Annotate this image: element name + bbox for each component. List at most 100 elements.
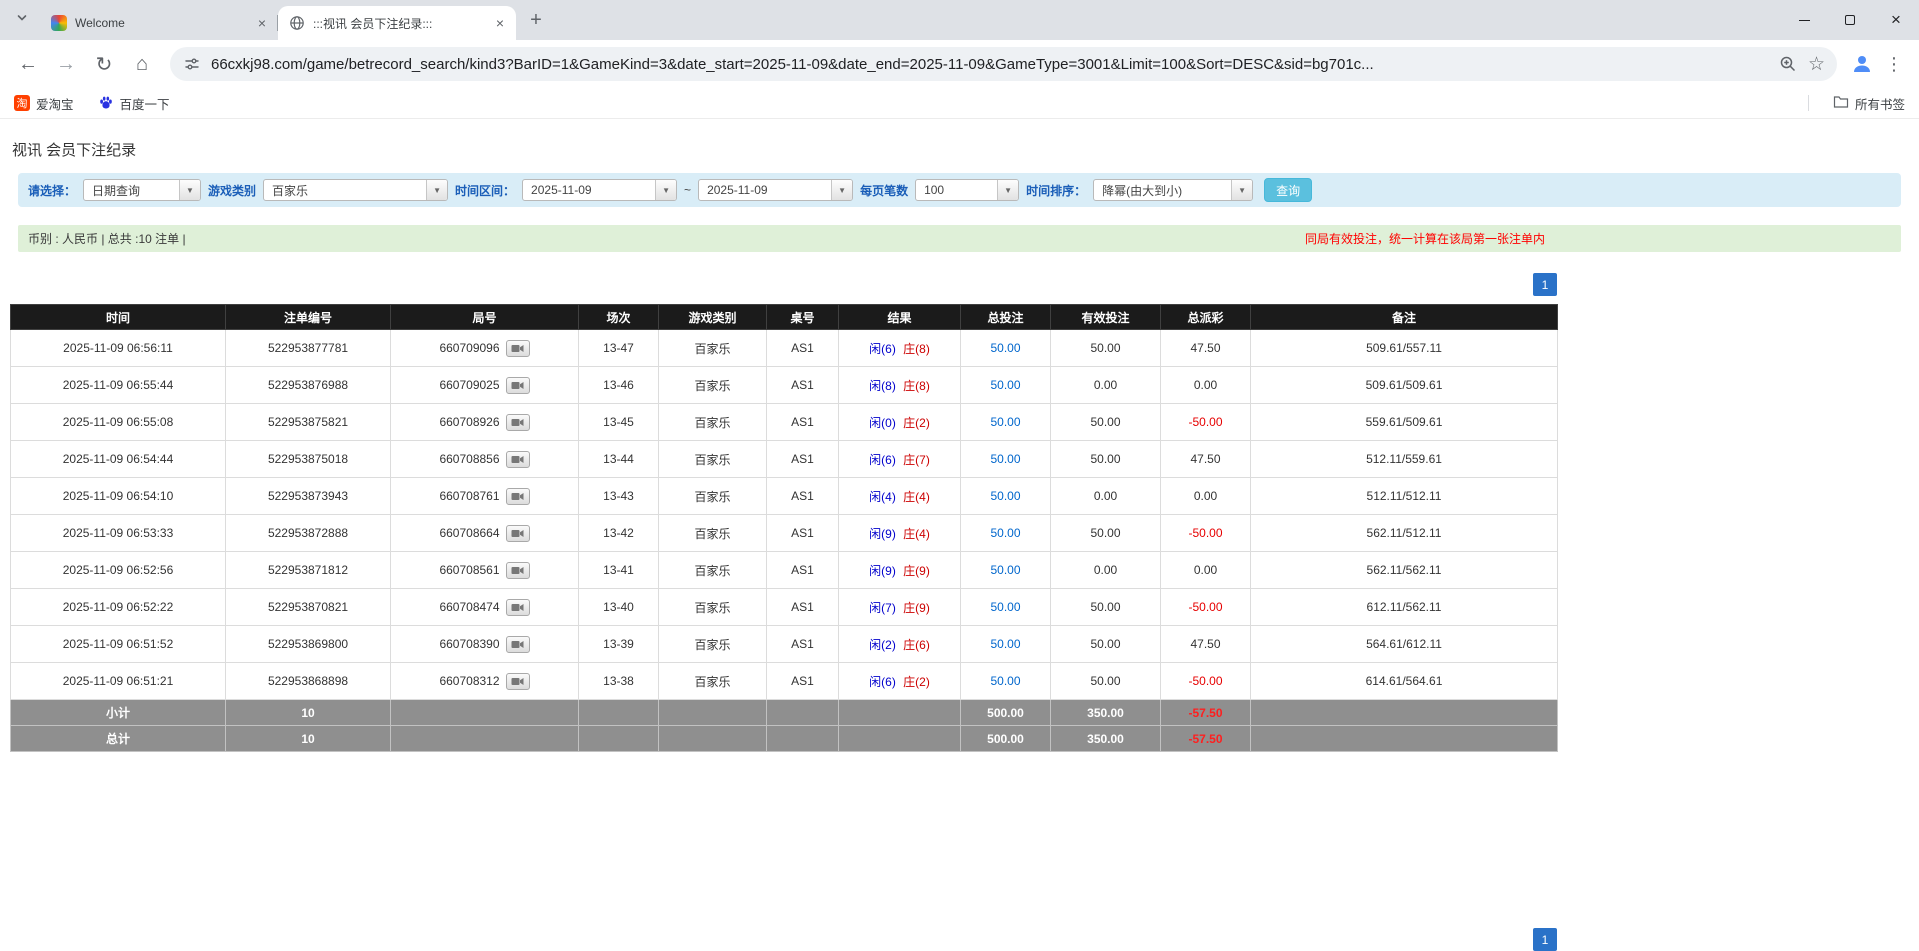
- zoom-icon[interactable]: [1779, 55, 1797, 73]
- cell-bet-number: 522953875821: [226, 404, 391, 441]
- back-button[interactable]: ←: [10, 46, 46, 82]
- total-bet-link[interactable]: 50.00: [990, 378, 1020, 392]
- video-replay-button[interactable]: [506, 673, 530, 690]
- cell-valid-bet: 50.00: [1051, 404, 1161, 441]
- chevron-down-icon[interactable]: ▼: [655, 180, 676, 200]
- video-icon: [511, 677, 524, 686]
- address-bar[interactable]: 66cxkj98.com/game/betrecord_search/kind3…: [170, 47, 1837, 81]
- cell-round-number: 660708390: [391, 626, 579, 663]
- cell-valid-bet: 50.00: [1051, 330, 1161, 367]
- video-replay-button[interactable]: [506, 377, 530, 394]
- cell-result: 闲(0) 庄(2): [839, 404, 961, 441]
- video-replay-button[interactable]: [506, 599, 530, 616]
- tab-close-icon[interactable]: ×: [254, 15, 270, 31]
- cell-bet-number: 522953877781: [226, 330, 391, 367]
- bookmark-star-icon[interactable]: ☆: [1808, 55, 1825, 74]
- tab-close-icon[interactable]: ×: [492, 15, 508, 31]
- home-button[interactable]: ⌂: [124, 46, 160, 82]
- column-header: 时间: [11, 305, 226, 330]
- new-tab-button[interactable]: +: [522, 6, 550, 34]
- total-bet-link[interactable]: 50.00: [990, 489, 1020, 503]
- tab-title: Welcome: [75, 16, 246, 30]
- pagination-page-1[interactable]: 1: [1533, 273, 1557, 296]
- cell-note: 562.11/562.11: [1251, 552, 1558, 589]
- total-bet-link[interactable]: 50.00: [990, 600, 1020, 614]
- query-type-dropdown[interactable]: 日期查询 ▼: [83, 179, 201, 201]
- date-end-input[interactable]: 2025-11-09 ▼: [698, 179, 853, 201]
- baidu-icon: [98, 95, 114, 111]
- chevron-down-icon[interactable]: ▼: [179, 180, 200, 200]
- subtotal-payout: -57.50: [1161, 700, 1251, 726]
- person-icon: [1850, 52, 1874, 76]
- tab-welcome[interactable]: Welcome ×: [40, 6, 278, 40]
- profile-avatar[interactable]: [1847, 49, 1877, 79]
- cell-time: 2025-11-09 06:51:21: [11, 663, 226, 700]
- query-button[interactable]: 查询: [1264, 178, 1312, 202]
- page-size-dropdown[interactable]: 100 ▼: [915, 179, 1019, 201]
- video-replay-button[interactable]: [506, 451, 530, 468]
- total-label: 总计: [11, 726, 226, 752]
- column-header: 总派彩: [1161, 305, 1251, 330]
- total-bet-link[interactable]: 50.00: [990, 526, 1020, 540]
- video-replay-button[interactable]: [506, 488, 530, 505]
- bookmark-baidu[interactable]: 百度一下: [98, 94, 170, 113]
- subtotal-total-bet: 500.00: [961, 700, 1051, 726]
- cell-total-bet: 50.00: [961, 552, 1051, 589]
- total-bet-link[interactable]: 50.00: [990, 637, 1020, 651]
- close-window-button[interactable]: ×: [1873, 0, 1919, 40]
- cell-game-type: 百家乐: [659, 441, 767, 478]
- cell-total-bet: 50.00: [961, 441, 1051, 478]
- cell-round-number: 660708761: [391, 478, 579, 515]
- table-header-row: 时间注单编号局号场次游戏类别桌号结果总投注有效投注总派彩备注: [11, 305, 1558, 330]
- chevron-down-icon[interactable]: ▼: [997, 180, 1018, 200]
- sort-order-dropdown[interactable]: 降幂(由大到小) ▼: [1093, 179, 1253, 201]
- cell-time: 2025-11-09 06:56:11: [11, 330, 226, 367]
- total-bet-link[interactable]: 50.00: [990, 452, 1020, 466]
- tab-betrecord[interactable]: :::视讯 会员下注纪录::: ×: [278, 6, 516, 40]
- url-text[interactable]: 66cxkj98.com/game/betrecord_search/kind3…: [211, 56, 1768, 73]
- forward-button[interactable]: →: [48, 46, 84, 82]
- column-header: 有效投注: [1051, 305, 1161, 330]
- cell-bet-number: 522953873943: [226, 478, 391, 515]
- chevron-down-icon[interactable]: ▼: [426, 180, 447, 200]
- maximize-icon: [1845, 15, 1855, 25]
- maximize-button[interactable]: [1827, 0, 1873, 40]
- total-bet-link[interactable]: 50.00: [990, 341, 1020, 355]
- welcome-favicon-icon: [51, 15, 67, 31]
- game-type-dropdown[interactable]: 百家乐 ▼: [263, 179, 448, 201]
- video-replay-button[interactable]: [506, 562, 530, 579]
- site-settings-icon[interactable]: [184, 56, 200, 72]
- video-replay-button[interactable]: [506, 525, 530, 542]
- round-number-text: 660708761: [439, 489, 499, 503]
- video-replay-button[interactable]: [506, 636, 530, 653]
- bookmark-taobao[interactable]: 淘 爱淘宝: [14, 94, 74, 113]
- column-header: 总投注: [961, 305, 1051, 330]
- cell-result: 闲(7) 庄(9): [839, 589, 961, 626]
- minimize-button[interactable]: [1781, 0, 1827, 40]
- cell-payout: 0.00: [1161, 552, 1251, 589]
- cell-round-number: 660708474: [391, 589, 579, 626]
- tab-search-button[interactable]: [8, 6, 36, 34]
- video-replay-button[interactable]: [506, 340, 530, 357]
- total-bet-link[interactable]: 50.00: [990, 563, 1020, 577]
- subtotal-count: 10: [226, 700, 391, 726]
- cell-total-bet: 50.00: [961, 478, 1051, 515]
- column-header: 局号: [391, 305, 579, 330]
- bookmarks-bar: 淘 爱淘宝 百度一下 所有书签: [0, 88, 1919, 119]
- cell-table-number: AS1: [767, 552, 839, 589]
- total-bet-link[interactable]: 50.00: [990, 415, 1020, 429]
- video-replay-button[interactable]: [506, 414, 530, 431]
- refresh-button[interactable]: ↻: [86, 46, 122, 82]
- chevron-down-icon[interactable]: ▼: [831, 180, 852, 200]
- date-start-input[interactable]: 2025-11-09 ▼: [522, 179, 677, 201]
- all-bookmarks-button[interactable]: 所有书签: [1833, 94, 1905, 113]
- cell-round-number: 660708561: [391, 552, 579, 589]
- cell-result: 闲(4) 庄(4): [839, 478, 961, 515]
- browser-menu-button[interactable]: ⋮: [1879, 54, 1909, 75]
- pagination-page-1-bottom[interactable]: 1: [1533, 928, 1557, 951]
- total-bet-link[interactable]: 50.00: [990, 674, 1020, 688]
- chevron-down-icon[interactable]: ▼: [1231, 180, 1252, 200]
- table-body: 2025-11-09 06:56:11 522953877781 6607090…: [11, 330, 1558, 700]
- result-player: 闲(9): [869, 527, 896, 541]
- result-banker: 庄(9): [903, 564, 930, 578]
